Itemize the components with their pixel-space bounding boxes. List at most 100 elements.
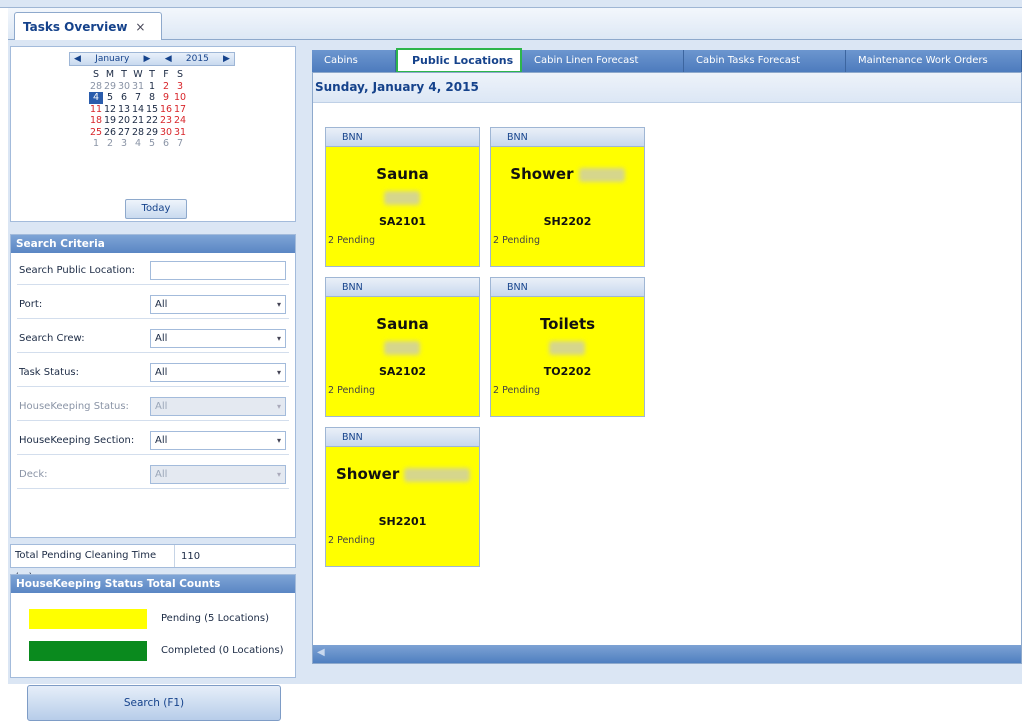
- date-heading: Sunday, January 4, 2015: [313, 73, 1021, 103]
- calendar-day[interactable]: 15: [145, 104, 159, 116]
- calendar-day[interactable]: 10: [173, 92, 187, 104]
- calendar-day[interactable]: 1: [89, 138, 103, 150]
- card-header: BNN: [491, 278, 644, 297]
- criteria-select[interactable]: All ▾: [150, 363, 286, 382]
- calendar-day[interactable]: 22: [145, 115, 159, 127]
- calendar-day[interactable]: 29: [103, 81, 117, 93]
- calendar-day[interactable]: 11: [89, 104, 103, 116]
- search-button[interactable]: Search (F1): [27, 685, 281, 721]
- view-tabs: Cabins Public Locations Cabin Linen Fore…: [306, 48, 1022, 73]
- calendar-day[interactable]: 29: [145, 127, 159, 139]
- field-value: All: [155, 367, 168, 378]
- calendar-day[interactable]: 8: [145, 92, 159, 104]
- calendar-day[interactable]: 30: [117, 81, 131, 93]
- criteria-row: Search Public Location:: [17, 257, 289, 285]
- calendar-day[interactable]: 20: [117, 115, 131, 127]
- calendar-day[interactable]: 13: [117, 104, 131, 116]
- criteria-select[interactable]: All ▾: [150, 431, 286, 450]
- calendar-grid: S M T W T F S 28 29 30 31 1 2 3 4 5 6 7 8 9 10 11 12 13 14 15 16 17…: [89, 69, 231, 150]
- calendar-day[interactable]: 1: [145, 81, 159, 93]
- calendar-day[interactable]: 6: [117, 92, 131, 104]
- location-card[interactable]: BNN Sauna SA2102 2 Pending: [325, 277, 480, 417]
- scroll-left-icon[interactable]: ◀: [317, 647, 325, 658]
- calendar-day[interactable]: 7: [173, 138, 187, 150]
- chevron-down-icon[interactable]: ▾: [277, 330, 281, 347]
- calendar-day[interactable]: 24: [173, 115, 187, 127]
- year-label[interactable]: 2015: [186, 54, 209, 64]
- criteria-select[interactable]: All ▾: [150, 295, 286, 314]
- calendar-day[interactable]: 2: [103, 138, 117, 150]
- location-code: SH2202: [543, 215, 592, 228]
- calendar-day[interactable]: 9: [159, 92, 173, 104]
- calendar-day[interactable]: 28: [89, 81, 103, 93]
- calendar-day[interactable]: 28: [131, 127, 145, 139]
- chevron-down-icon[interactable]: ▾: [277, 364, 281, 381]
- calendar-day[interactable]: 17: [173, 104, 187, 116]
- location-card[interactable]: BNN Shower SH2202 2 Pending: [490, 127, 645, 267]
- chevron-down-icon: ▾: [276, 402, 281, 411]
- calendar-day[interactable]: 16: [159, 104, 173, 116]
- calendar-day[interactable]: 31: [131, 81, 145, 93]
- calendar-day[interactable]: 25: [89, 127, 103, 139]
- search-location-input[interactable]: [150, 261, 286, 280]
- calendar-day[interactable]: 26: [103, 127, 117, 139]
- calendar-day[interactable]: 5: [145, 138, 159, 150]
- tab-maintenance-work-orders[interactable]: Maintenance Work Orders: [846, 50, 1022, 72]
- calendar-day[interactable]: 6: [159, 138, 173, 150]
- calendar-day[interactable]: 21: [131, 115, 145, 127]
- pending-status: 2 Pending: [328, 235, 376, 246]
- prev-year-icon[interactable]: ◀: [165, 54, 172, 64]
- calendar-day[interactable]: 31: [173, 127, 187, 139]
- next-year-icon[interactable]: ▶: [223, 54, 230, 64]
- calendar-day[interactable]: 19: [103, 115, 117, 127]
- calendar-day[interactable]: 3: [173, 81, 187, 93]
- prev-month-icon[interactable]: ◀: [74, 54, 81, 64]
- tab-cabin-linen-forecast[interactable]: Cabin Linen Forecast: [522, 50, 684, 72]
- tab-cabins[interactable]: Cabins: [312, 50, 396, 72]
- criteria-label: HouseKeeping Section:: [19, 435, 135, 446]
- criteria-select[interactable]: All ▾: [150, 329, 286, 348]
- calendar-day[interactable]: 5: [103, 92, 117, 104]
- card-body: Toilets TO2202 2 Pending: [491, 297, 644, 416]
- tab-tasks-overview[interactable]: Tasks Overview ×: [14, 12, 162, 40]
- calendar-day[interactable]: 7: [131, 92, 145, 104]
- criteria-label: Search Public Location:: [19, 265, 135, 276]
- calendar-day[interactable]: 23: [159, 115, 173, 127]
- card-header: BNN: [491, 128, 644, 147]
- tab-cabin-tasks-forecast[interactable]: Cabin Tasks Forecast: [684, 50, 846, 72]
- window-top-strip: [0, 0, 1022, 8]
- criteria-row: Search Crew: All ▾: [17, 325, 289, 353]
- search-criteria-title: Search Criteria: [11, 235, 295, 253]
- calendar-day[interactable]: 30: [159, 127, 173, 139]
- card-body: Shower SH2201 2 Pending: [326, 447, 479, 566]
- calendar-day[interactable]: 18: [89, 115, 103, 127]
- close-icon[interactable]: ×: [135, 20, 145, 34]
- calendar-day[interactable]: 2: [159, 81, 173, 93]
- location-card[interactable]: BNN Sauna SA2101 2 Pending: [325, 127, 480, 267]
- calendar-week: 25 26 27 28 29 30 31: [89, 127, 231, 139]
- field-value: All: [155, 435, 168, 446]
- criteria-label: Port:: [19, 299, 43, 310]
- tab-public-locations[interactable]: Public Locations: [396, 48, 522, 73]
- location-card[interactable]: BNN Toilets TO2202 2 Pending: [490, 277, 645, 417]
- pending-time-label: Total Pending Cleaning Time (m): [11, 545, 175, 583]
- location-card[interactable]: BNN Shower SH2201 2 Pending: [325, 427, 480, 567]
- chevron-down-icon[interactable]: ▾: [277, 296, 281, 313]
- card-body: Shower SH2202 2 Pending: [491, 147, 644, 266]
- calendar-day[interactable]: 12: [103, 104, 117, 116]
- card-body: Sauna SA2101 2 Pending: [326, 147, 479, 266]
- next-month-icon[interactable]: ▶: [144, 54, 151, 64]
- location-name: Sauna: [376, 315, 429, 333]
- calendar-day[interactable]: 27: [117, 127, 131, 139]
- criteria-label: Deck:: [19, 469, 48, 480]
- horizontal-scrollbar[interactable]: ◀: [313, 645, 1021, 663]
- calendar-day[interactable]: 3: [117, 138, 131, 150]
- chevron-down-icon[interactable]: ▾: [277, 432, 281, 449]
- month-label[interactable]: January: [95, 54, 129, 64]
- calendar-day[interactable]: 4: [131, 138, 145, 150]
- calendar-day[interactable]: 4: [89, 92, 103, 104]
- today-button[interactable]: Today: [125, 199, 187, 219]
- weekday-label: S: [176, 69, 184, 80]
- chevron-down-icon: ▾: [276, 470, 281, 479]
- calendar-day[interactable]: 14: [131, 104, 145, 116]
